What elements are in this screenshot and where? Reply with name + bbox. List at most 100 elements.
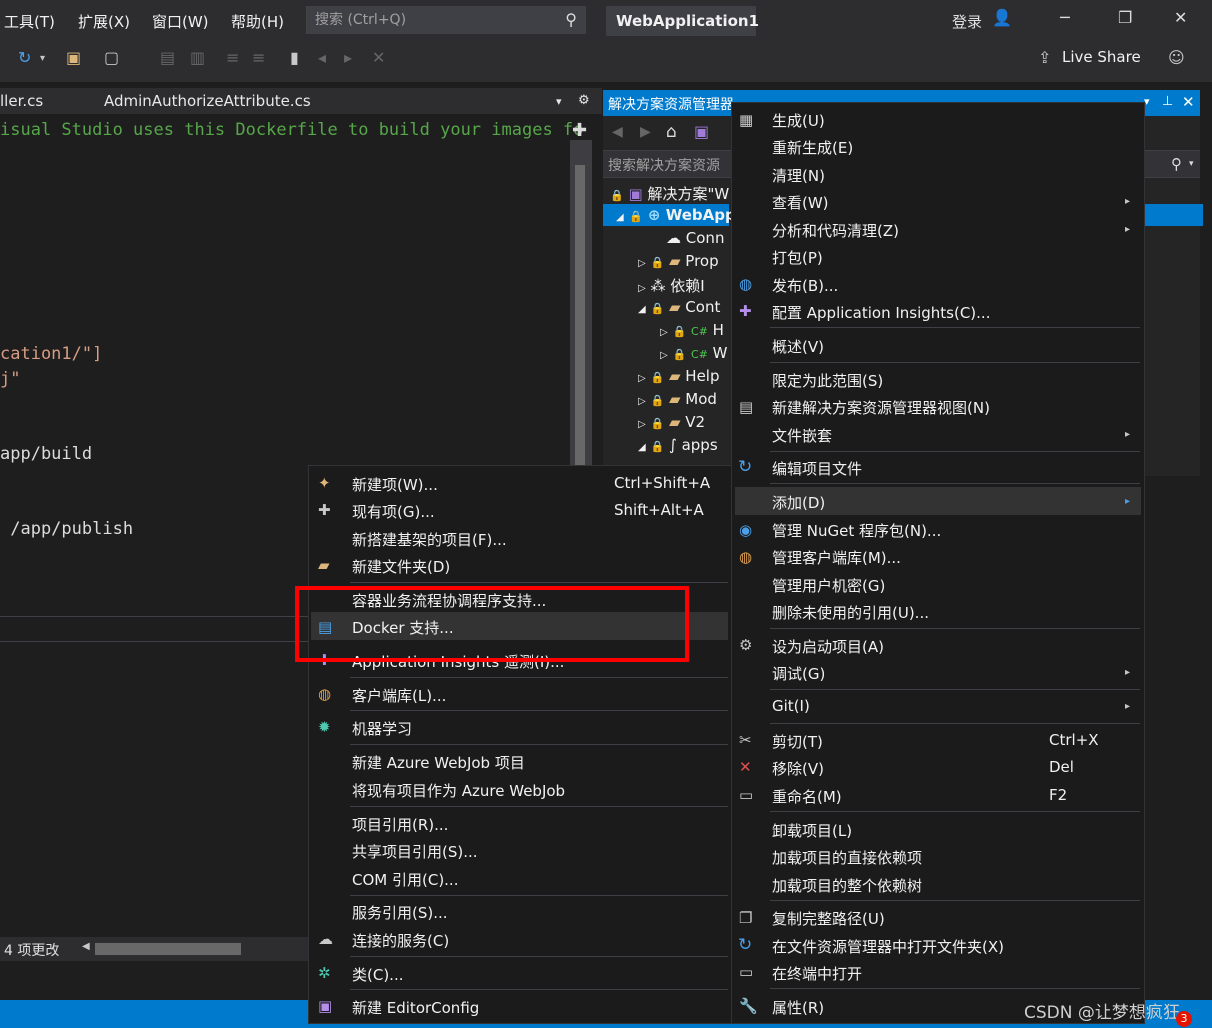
menu-configure-insights[interactable]: 配置 Application Insights(C)... bbox=[772, 302, 990, 323]
close-panel-icon[interactable]: ✕ bbox=[1182, 93, 1195, 111]
menu-open-in-terminal[interactable]: 在终端中打开 bbox=[772, 963, 862, 984]
menu-view[interactable]: 查看(W) bbox=[772, 192, 829, 213]
collapse-icon[interactable]: ▷ bbox=[638, 396, 646, 407]
tree-item-solution[interactable]: 🔒 ▣ 解决方案"W bbox=[610, 183, 729, 204]
close-window-icon[interactable]: ✕ bbox=[1174, 8, 1187, 27]
pin-icon[interactable]: ⊥ bbox=[1162, 94, 1173, 109]
menu-clean[interactable]: 清理(N) bbox=[772, 165, 825, 186]
menu-machine-learning[interactable]: 机器学习 bbox=[352, 718, 412, 739]
menu-git[interactable]: Git(I) bbox=[772, 697, 810, 715]
menu-publish[interactable]: 发布(B)... bbox=[772, 275, 838, 296]
back-icon[interactable]: ◀ bbox=[612, 124, 623, 140]
menu-add[interactable]: 添加(D) bbox=[772, 492, 825, 513]
restore-icon[interactable]: ❐ bbox=[1118, 8, 1132, 27]
menu-build[interactable]: 生成(U) bbox=[772, 110, 825, 131]
menu-help[interactable]: 帮助(H) bbox=[231, 11, 284, 32]
minimize-icon[interactable]: ─ bbox=[1060, 8, 1070, 27]
menu-debug[interactable]: 调试(G) bbox=[772, 663, 825, 684]
menu-extensions[interactable]: 扩展(X) bbox=[78, 11, 130, 32]
scrollbar-thumb[interactable] bbox=[575, 165, 585, 465]
menu-class[interactable]: 类(C)... bbox=[352, 964, 403, 985]
collapse-icon[interactable]: ▷ bbox=[660, 350, 668, 361]
vs-icon[interactable]: ▣ bbox=[694, 122, 709, 141]
scroll-left-icon[interactable]: ◀ bbox=[82, 941, 90, 952]
menu-remove-unused-refs[interactable]: 删除未使用的引用(U)... bbox=[772, 602, 929, 623]
tree-item-models[interactable]: ▷ 🔒 ▰ Mod bbox=[638, 390, 717, 408]
menu-properties[interactable]: 属性(R) bbox=[772, 997, 824, 1018]
menu-rebuild[interactable]: 重新生成(E) bbox=[772, 137, 853, 158]
menu-com-reference[interactable]: COM 引用(C)... bbox=[352, 869, 458, 890]
tab-admin-authorize[interactable]: AdminAuthorizeAttribute.cs bbox=[104, 92, 311, 110]
menu-scope[interactable]: 限定为此范围(S) bbox=[772, 370, 883, 391]
bookmark-prev-icon[interactable]: ◂ bbox=[318, 48, 326, 67]
menu-tools[interactable]: 工具(T) bbox=[4, 11, 55, 32]
search-icon[interactable]: ⚲ bbox=[1171, 155, 1182, 173]
tree-item-v2[interactable]: ▷ 🔒 ▰ V2 bbox=[638, 413, 705, 431]
bookmark-clear-icon[interactable]: ✕ bbox=[372, 48, 385, 67]
search-input[interactable] bbox=[307, 7, 557, 33]
collapse-icon[interactable]: ▷ bbox=[638, 258, 646, 269]
outdent-icon[interactable]: ≡ bbox=[252, 48, 265, 67]
menu-open-in-explorer[interactable]: 在文件资源管理器中打开文件夹(X) bbox=[772, 936, 1004, 957]
forward-icon[interactable]: ▶ bbox=[640, 124, 651, 140]
menu-service-reference[interactable]: 服务引用(S)... bbox=[352, 902, 448, 923]
tree-item-properties[interactable]: ▷ 🔒 ▰ Prop bbox=[638, 252, 719, 270]
menu-file-nesting[interactable]: 文件嵌套 bbox=[772, 425, 832, 446]
menu-edit-project-file[interactable]: 编辑项目文件 bbox=[772, 458, 862, 479]
menu-manage-nuget[interactable]: 管理 NuGet 程序包(N)... bbox=[772, 520, 941, 541]
notification-badge[interactable]: 3 bbox=[1176, 1011, 1192, 1027]
feedback-icon[interactable]: ☺ bbox=[1168, 48, 1185, 67]
expand-icon[interactable]: ◢ bbox=[638, 442, 646, 453]
menu-connected-services[interactable]: 连接的服务(C) bbox=[352, 930, 449, 951]
menu-new-webjob[interactable]: 新建 Azure WebJob 项目 bbox=[352, 752, 525, 773]
menu-rename[interactable]: 重命名(M) bbox=[772, 786, 842, 807]
bookmark-icon[interactable]: ▮ bbox=[290, 48, 299, 67]
tree-item-project[interactable]: ◢ 🔒 ⊕ WebApp bbox=[616, 206, 736, 224]
menu-existing-as-webjob[interactable]: 将现有项目作为 Azure WebJob bbox=[352, 780, 565, 801]
menu-window[interactable]: 窗口(W) bbox=[152, 11, 209, 32]
menu-analyze[interactable]: 分析和代码清理(Z) bbox=[772, 220, 899, 241]
horizontal-scrollbar-thumb[interactable] bbox=[95, 943, 241, 955]
menu-load-direct-deps[interactable]: 加载项目的直接依赖项 bbox=[772, 847, 922, 868]
collapse-icon[interactable]: ▷ bbox=[660, 327, 668, 338]
tree-item-appsettings[interactable]: ◢ 🔒 ∫ apps bbox=[638, 436, 718, 454]
bookmark-next-icon[interactable]: ▸ bbox=[344, 48, 352, 67]
add-user-icon[interactable]: 👤 bbox=[992, 8, 1012, 27]
menu-existing-item[interactable]: 现有项(G)... bbox=[352, 501, 435, 522]
search-icon[interactable]: ⚲ bbox=[565, 10, 577, 29]
menu-load-dep-tree[interactable]: 加载项目的整个依赖树 bbox=[772, 875, 922, 896]
tab-dropdown-icon[interactable]: ▾ bbox=[556, 95, 562, 108]
collapse-icon[interactable]: ▷ bbox=[638, 283, 646, 294]
login-link[interactable]: 登录 bbox=[952, 11, 982, 32]
menu-new-view[interactable]: 新建解决方案资源管理器视图(N) bbox=[772, 397, 990, 418]
menu-project-reference[interactable]: 项目引用(R)... bbox=[352, 814, 448, 835]
align2-icon[interactable]: ▥ bbox=[190, 48, 205, 67]
expand-icon[interactable]: ◢ bbox=[616, 212, 624, 223]
menu-shared-project-reference[interactable]: 共享项目引用(S)... bbox=[352, 841, 478, 862]
tree-item-cs-file[interactable]: ▷ 🔒 C# H bbox=[660, 321, 724, 339]
menu-manage-client-libs[interactable]: 管理客户端库(M)... bbox=[772, 547, 901, 568]
share-icon[interactable]: ⇪ bbox=[1038, 48, 1051, 67]
live-share-button[interactable]: Live Share bbox=[1062, 48, 1141, 66]
menu-remove[interactable]: 移除(V) bbox=[772, 758, 824, 779]
tab-controller[interactable]: ller.cs bbox=[0, 92, 43, 110]
window-icon[interactable]: ▢ bbox=[104, 48, 119, 67]
gear-icon[interactable]: ⚙ bbox=[578, 93, 590, 108]
tree-item-controllers[interactable]: ◢ 🔒 ▰ Cont bbox=[638, 298, 720, 316]
home-icon[interactable]: ⌂ bbox=[666, 122, 677, 142]
refresh-icon[interactable]: ↻ bbox=[18, 48, 31, 67]
menu-set-startup[interactable]: 设为启动项目(A) bbox=[772, 636, 884, 657]
menu-pack[interactable]: 打包(P) bbox=[772, 247, 823, 268]
chevron-down-icon[interactable]: ▾ bbox=[40, 53, 45, 64]
tree-item-connected[interactable]: ☁ Conn bbox=[666, 229, 724, 247]
menu-new-scaffolded[interactable]: 新搭建基架的项目(F)... bbox=[352, 529, 507, 550]
menu-new-editorconfig[interactable]: 新建 EditorConfig bbox=[352, 997, 479, 1018]
menu-copy-full-path[interactable]: 复制完整路径(U) bbox=[772, 908, 885, 929]
solution-search-input[interactable] bbox=[608, 156, 728, 176]
collapse-icon[interactable]: ▷ bbox=[638, 373, 646, 384]
folder-search-icon[interactable]: ▣ bbox=[66, 48, 81, 67]
tree-item-helpers[interactable]: ▷ 🔒 ▰ Help bbox=[638, 367, 720, 385]
menu-overview[interactable]: 概述(V) bbox=[772, 336, 824, 357]
menu-unload-project[interactable]: 卸载项目(L) bbox=[772, 820, 852, 841]
changes-count[interactable]: 4 项更改 bbox=[4, 940, 59, 960]
